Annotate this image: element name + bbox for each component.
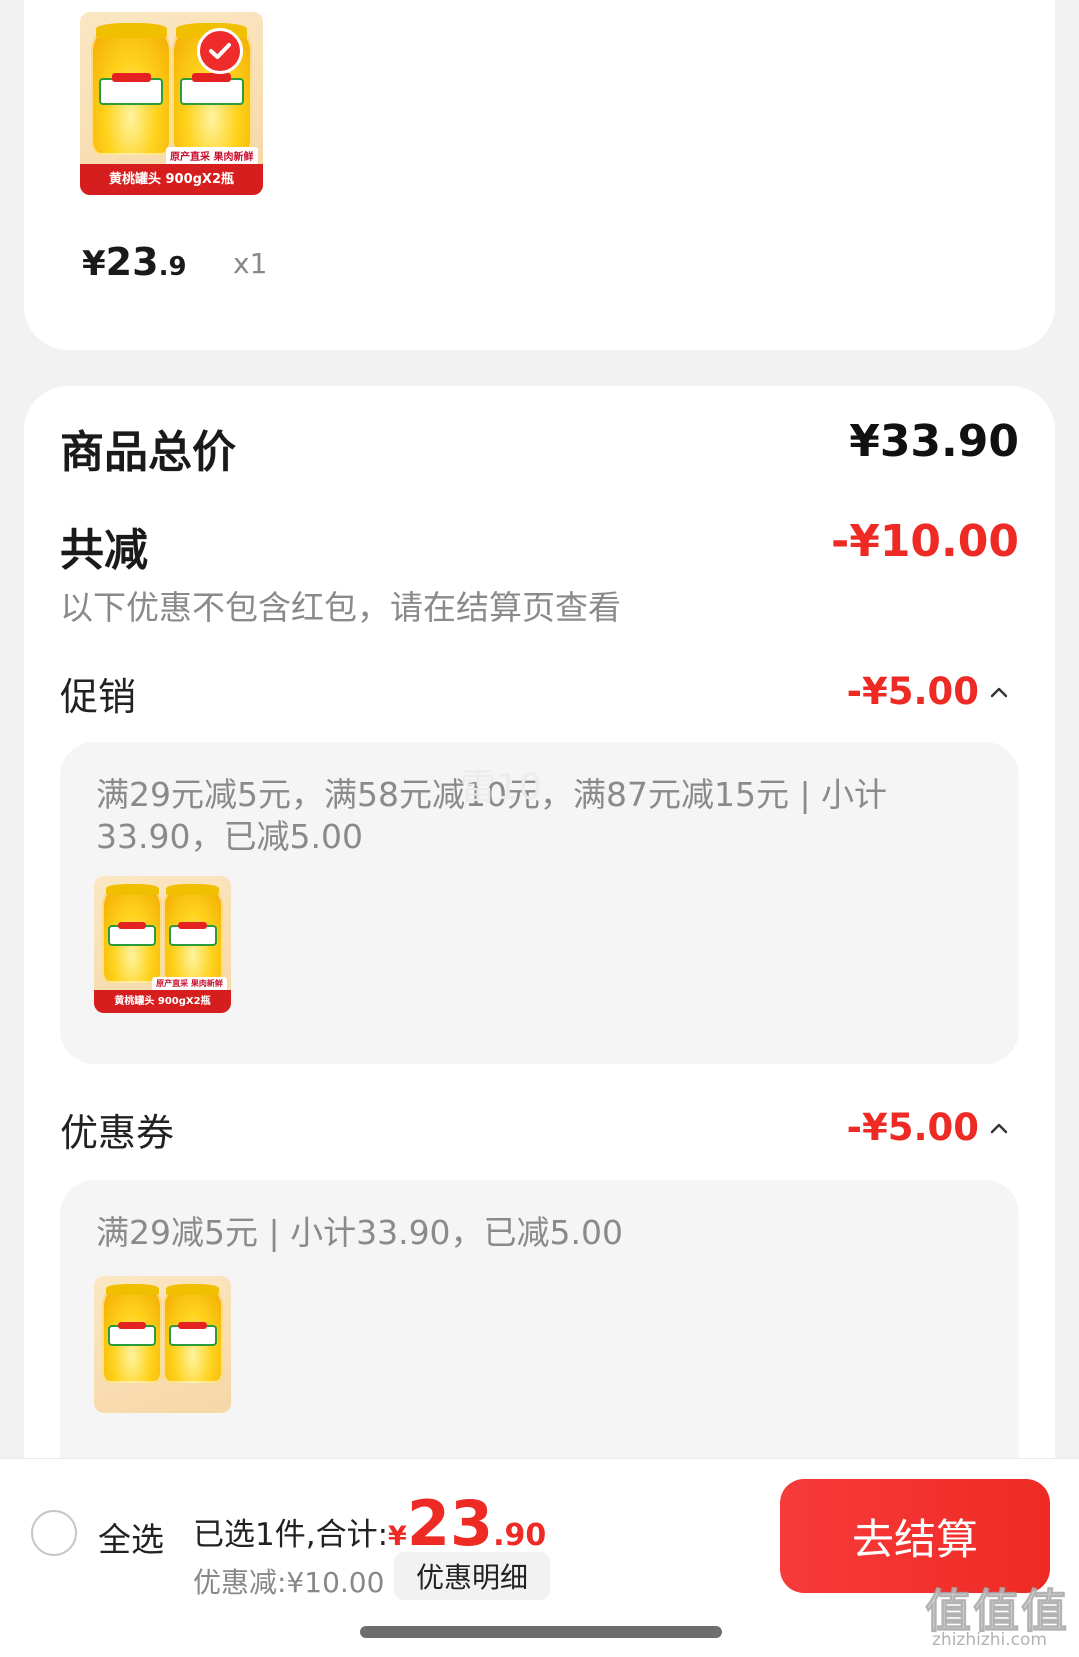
- total-label: 商品总价: [60, 427, 236, 478]
- cart-page: 原产直采 果肉新鲜 黄桃罐头 900gX2瓶 ¥23.9 x1 商品总价 ¥33…: [0, 0, 1079, 1657]
- discount-detail-button[interactable]: 优惠明细: [394, 1552, 550, 1600]
- select-all-radio[interactable]: [31, 1510, 77, 1556]
- coupon-box: 满29减5元 | 小计33.90，已减5.00: [60, 1180, 1019, 1500]
- total-amount: 23: [406, 1487, 494, 1560]
- selected-text: 已选1件,合计:: [193, 1517, 389, 1553]
- price-detail-card: 商品总价 ¥33.90 共减 -¥10.00 以下优惠不包含红包，请在结算页查看…: [24, 386, 1055, 1546]
- select-all-label[interactable]: 全选: [98, 1513, 164, 1561]
- promo-label: 促销: [60, 675, 137, 719]
- chevron-up-icon: [990, 1123, 1008, 1133]
- watermark-url: zhizhizhi.com: [932, 1630, 1047, 1650]
- coupon-toggle[interactable]: -¥5.00: [847, 1106, 1009, 1149]
- jar-graphic: [90, 22, 172, 155]
- coupon-product-image[interactable]: [94, 1276, 231, 1413]
- product-price: ¥23.9: [82, 240, 187, 284]
- image-caption: 黄桃罐头 900gX2瓶: [94, 989, 231, 1013]
- promo-product-image[interactable]: 原产直采 果肉新鲜 黄桃罐头 900gX2瓶: [94, 876, 231, 1013]
- image-badge: 原产直采 果肉新鲜: [166, 146, 258, 164]
- coupon-label: 优惠券: [60, 1111, 175, 1155]
- home-indicator[interactable]: [360, 1626, 722, 1638]
- product-quantity: x1: [233, 247, 268, 280]
- coupon-value: -¥5.00: [846, 1106, 979, 1149]
- discount-note: 以下优惠不包含红包，请在结算页查看: [60, 588, 621, 627]
- product-card: 原产直采 果肉新鲜 黄桃罐头 900gX2瓶 ¥23.9 x1: [24, 0, 1055, 350]
- selected-summary: 已选1件,合计:¥23.90: [193, 1487, 547, 1560]
- promo-toggle[interactable]: -¥5.00: [847, 670, 1009, 713]
- total-value: ¥33.90: [849, 416, 1019, 467]
- coupon-text: 满29减5元 | 小计33.90，已减5.00: [96, 1213, 624, 1252]
- image-badge: 原产直采 果肉新鲜: [152, 976, 227, 990]
- chevron-up-icon: [990, 687, 1008, 697]
- image-caption: 黄桃罐头 900gX2瓶: [80, 163, 263, 195]
- promo-value: -¥5.00: [846, 670, 979, 713]
- reduce-label: 共减: [60, 525, 148, 576]
- center-watermark: 雷10: [460, 767, 542, 808]
- discount-summary: 优惠减:¥10.00: [193, 1566, 385, 1599]
- reduce-value: -¥10.00: [830, 516, 1019, 567]
- check-icon[interactable]: [197, 28, 243, 74]
